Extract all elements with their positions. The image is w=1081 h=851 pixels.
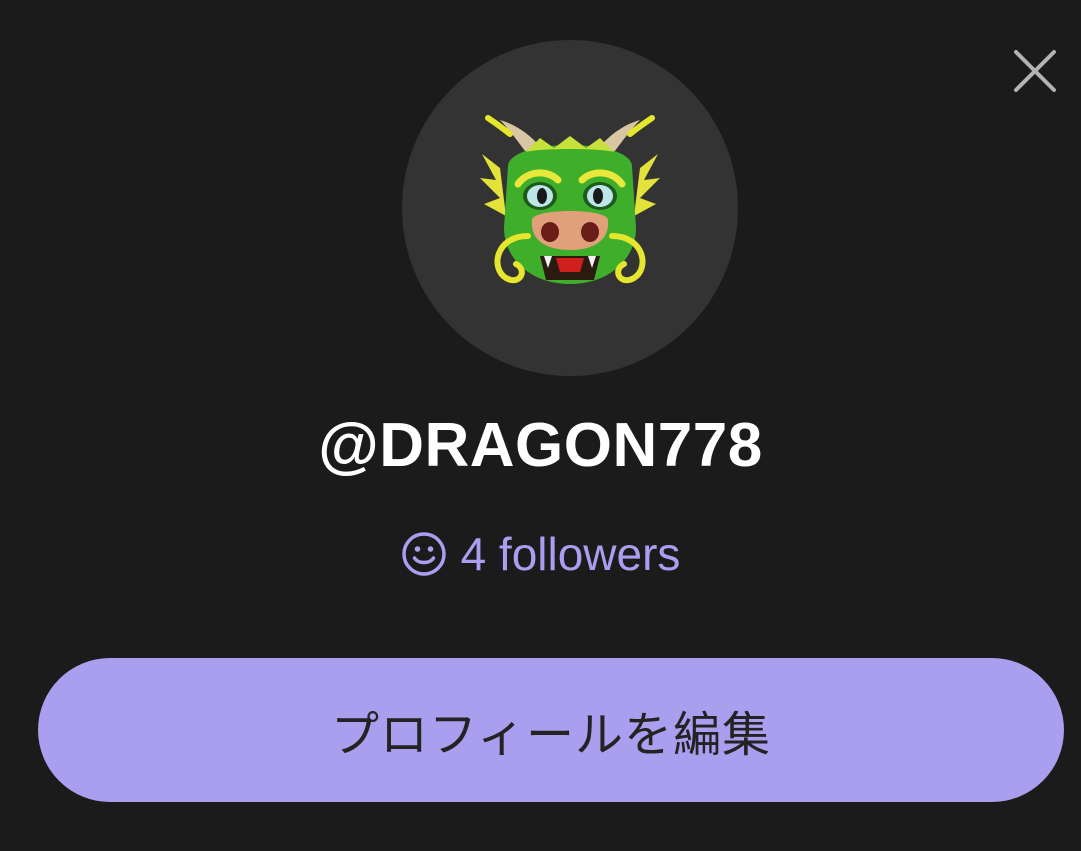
- profile-sheet: @DRAGON778 4 followers プロフィールを編集: [0, 0, 1081, 851]
- edit-profile-label: プロフィールを編集: [330, 707, 772, 763]
- edit-profile-button[interactable]: プロフィールを編集: [38, 658, 1064, 802]
- username: @DRAGON778: [318, 411, 763, 480]
- followers-link[interactable]: 4 followers: [0, 526, 1081, 582]
- smiley-icon: [401, 532, 446, 576]
- followers-count: 4 followers: [460, 528, 681, 580]
- close-icon: [1014, 50, 1056, 92]
- close-button[interactable]: [1010, 46, 1060, 96]
- dragon-face-icon: [480, 115, 660, 284]
- avatar[interactable]: [402, 40, 738, 376]
